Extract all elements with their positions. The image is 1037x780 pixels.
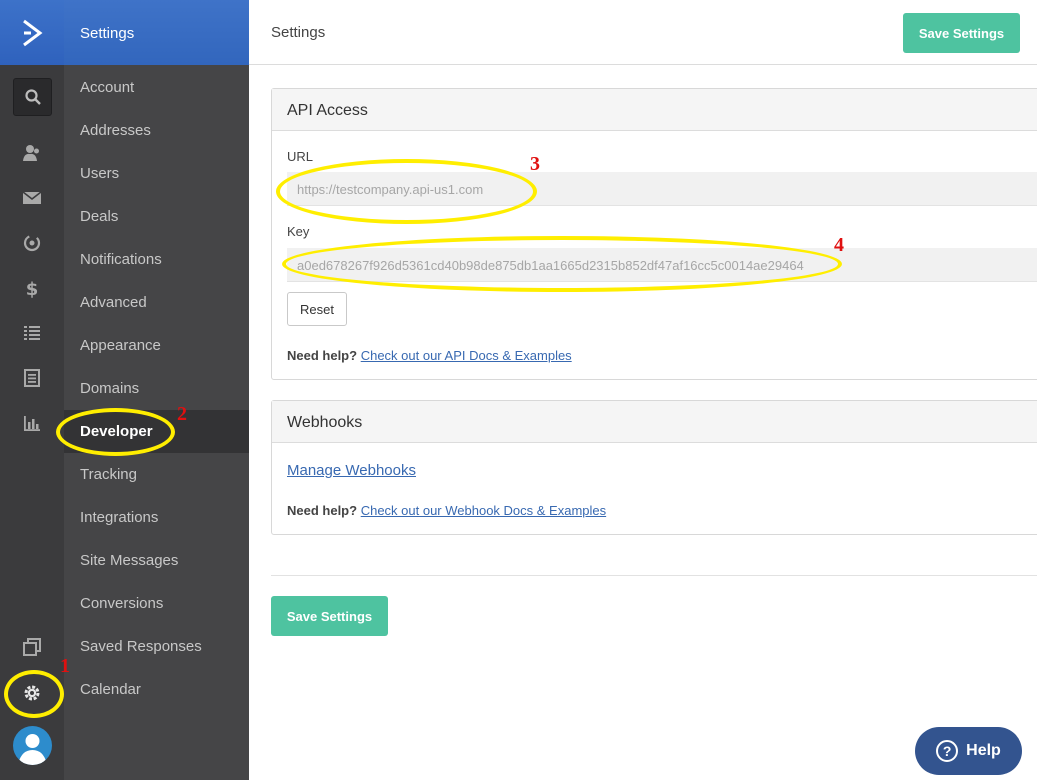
nav-header: Settings [64,0,249,65]
campaigns-button[interactable] [16,182,48,214]
highlight-oval-developer [56,408,175,456]
annotation-number-3: 3 [530,153,540,175]
logo-icon [23,19,43,46]
nav-item-account[interactable]: Account [64,66,249,109]
search-button[interactable] [13,78,52,116]
api-access-panel: API Access URL https://testcompany.api-u… [271,88,1037,380]
api-help-prefix: Need help? [287,348,358,363]
webhooks-panel: Webhooks Manage Webhooks Need help? Chec… [271,400,1037,535]
save-settings-button-bottom[interactable]: Save Settings [271,596,388,636]
reports-icon [24,416,40,431]
highlight-oval-key [282,236,842,292]
annotation-number-4: 4 [834,234,844,256]
api-access-title: API Access [272,89,1037,131]
webhook-help-text: Need help? Check out our Webhook Docs & … [287,503,606,518]
nav-item-site-messages[interactable]: Site Messages [64,539,249,582]
top-bar: Settings Save Settings [249,0,1037,65]
footer-divider [271,575,1037,576]
automations-button[interactable] [16,227,48,259]
highlight-oval-settings [4,670,64,718]
nav-item-addresses[interactable]: Addresses [64,109,249,152]
svg-text:$: $ [26,279,39,298]
forms-button[interactable] [16,362,48,394]
nav-item-tracking[interactable]: Tracking [64,453,249,496]
page-title: Settings [271,24,326,41]
settings-nav: Settings Account Addresses Users Deals N… [64,0,249,780]
reports-button[interactable] [16,407,48,439]
mail-icon [22,191,42,204]
avatar-icon [18,734,47,765]
nav-list: Account Addresses Users Deals Notificati… [64,65,249,711]
logo[interactable] [0,0,64,65]
highlight-oval-url [276,159,537,224]
nav-item-advanced[interactable]: Advanced [64,281,249,324]
help-button[interactable]: ? Help [915,727,1022,775]
nav-item-deals[interactable]: Deals [64,195,249,238]
nav-item-notifications[interactable]: Notifications [64,238,249,281]
help-question-icon: ? [936,740,959,762]
pages-icon [23,638,41,656]
lists-button[interactable] [16,317,48,349]
help-button-label: Help [966,742,1001,759]
nav-item-conversions[interactable]: Conversions [64,582,249,625]
nav-item-saved-responses[interactable]: Saved Responses [64,625,249,668]
nav-item-domains[interactable]: Domains [64,367,249,410]
webhook-docs-link[interactable]: Check out our Webhook Docs & Examples [361,503,606,518]
url-label: URL [287,149,314,164]
contacts-button[interactable] [16,137,48,169]
nav-item-integrations[interactable]: Integrations [64,496,249,539]
nav-item-calendar[interactable]: Calendar [64,668,249,711]
list-icon [24,326,40,340]
avatar[interactable] [13,726,52,765]
api-docs-link[interactable]: Check out our API Docs & Examples [361,348,572,363]
webhooks-title: Webhooks [272,401,1037,443]
pages-button[interactable] [16,631,48,663]
search-icon [24,89,41,105]
annotation-number-1: 1 [60,655,70,677]
manage-webhooks-link[interactable]: Manage Webhooks [287,462,416,479]
reset-key-button[interactable]: Reset [287,292,347,326]
contacts-icon [23,145,39,161]
form-icon [24,369,40,387]
key-label: Key [287,224,310,239]
nav-item-users[interactable]: Users [64,152,249,195]
automation-icon [23,234,41,252]
deals-button[interactable]: $ [16,272,48,304]
icon-rail: $ [0,0,64,780]
save-settings-button-top[interactable]: Save Settings [903,13,1020,53]
dollar-icon: $ [26,279,39,298]
annotation-number-2: 2 [177,403,187,425]
webhook-help-prefix: Need help? [287,503,358,518]
api-help-text: Need help? Check out our API Docs & Exam… [287,348,572,363]
nav-item-appearance[interactable]: Appearance [64,324,249,367]
